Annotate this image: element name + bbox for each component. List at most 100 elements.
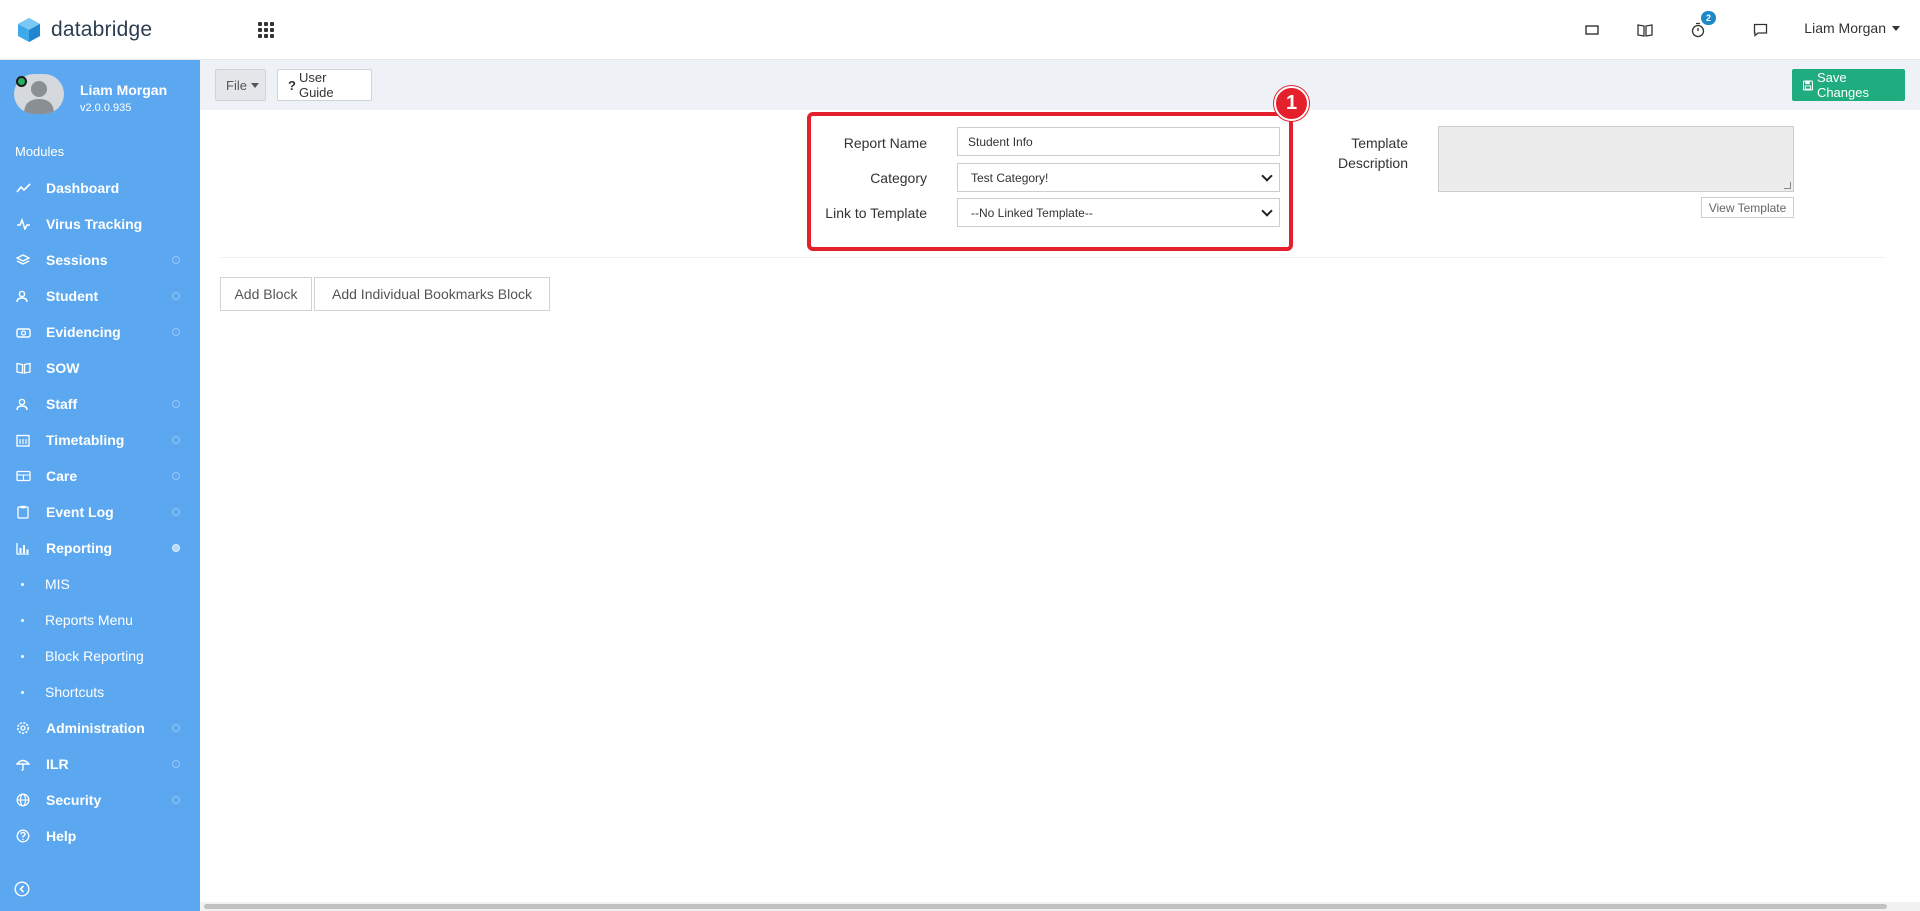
- sidebar-item-timetabling[interactable]: Timetabling: [0, 422, 200, 458]
- sidebar-subitem-label: Reports Menu: [45, 612, 133, 628]
- sidebar-item-evidencing[interactable]: Evidencing: [0, 314, 200, 350]
- layers-icon: [15, 252, 31, 268]
- sidebar-subitem-label: Shortcuts: [45, 684, 105, 700]
- horizontal-scrollbar[interactable]: [200, 902, 1920, 911]
- window-icon[interactable]: [1580, 18, 1604, 42]
- umbrella-icon: [15, 756, 31, 772]
- link-to-template-select[interactable]: --No Linked Template--: [957, 198, 1280, 227]
- expand-indicator-icon: [172, 400, 180, 408]
- add-block-button[interactable]: Add Block: [220, 277, 312, 311]
- sidebar-item-label: Reporting: [46, 540, 113, 556]
- sidebar-item-help[interactable]: Help: [0, 818, 200, 854]
- clipboard-icon: [15, 504, 31, 520]
- modules-heading: Modules: [15, 144, 65, 159]
- id-card-icon: [15, 468, 31, 484]
- sidebar-item-label: Help: [46, 828, 77, 844]
- user-profile[interactable]: Liam Morgan v2.0.0.935: [14, 74, 200, 120]
- caret-down-icon: [1892, 25, 1900, 31]
- app-version: v2.0.0.935: [80, 102, 132, 114]
- save-changes-button[interactable]: Save Changes: [1792, 69, 1905, 101]
- sidebar-item-label: Administration: [46, 720, 145, 736]
- file-menu-button[interactable]: File: [215, 69, 266, 101]
- expand-indicator-icon: [172, 328, 180, 336]
- expand-indicator-icon: [172, 724, 180, 732]
- sidebar-item-care[interactable]: Care: [0, 458, 200, 494]
- floppy-disk-icon: [1803, 79, 1813, 91]
- book-icon[interactable]: [1633, 18, 1657, 42]
- databridge-logo-icon: [18, 18, 40, 42]
- timer-icon[interactable]: 2: [1686, 11, 1716, 42]
- sidebar-item-label: SOW: [46, 360, 80, 376]
- sidebar-item-virus-tracking[interactable]: Virus Tracking: [0, 206, 200, 242]
- section-divider: [220, 257, 1885, 258]
- sidebar-item-label: Timetabling: [46, 432, 125, 448]
- sidebar-subitem-label: MIS: [45, 576, 70, 592]
- sidebar-item-sow[interactable]: SOW: [0, 350, 200, 386]
- bullet-icon: [21, 582, 24, 586]
- globe-icon: [15, 792, 31, 808]
- bar-chart-icon: [15, 540, 31, 556]
- category-select[interactable]: Test Category!: [957, 163, 1280, 192]
- chevron-down-icon: [1261, 169, 1273, 182]
- bullet-icon: [21, 618, 24, 622]
- template-description-label: Template Description: [1337, 135, 1408, 171]
- expand-indicator-icon: [172, 256, 180, 264]
- sidebar-item-label: Sessions: [46, 252, 108, 268]
- sidebar-subitem-label: Block Reporting: [45, 648, 144, 664]
- online-status-icon: [16, 76, 27, 87]
- sidebar-item-label: Evidencing: [46, 324, 121, 340]
- sidebar-item-dashboard[interactable]: Dashboard: [0, 170, 200, 206]
- sidebar-item-sessions[interactable]: Sessions: [0, 242, 200, 278]
- sidebar-item-label: Event Log: [46, 504, 114, 520]
- sidebar-item-label: Care: [46, 468, 78, 484]
- help-icon: [15, 828, 31, 844]
- sidebar-item-label: Virus Tracking: [46, 216, 143, 232]
- sidebar-nav: Dashboard Virus Tracking Sessions Studen…: [0, 170, 200, 854]
- sidebar-item-ilr[interactable]: ILR: [0, 746, 200, 782]
- sidebar-item-security[interactable]: Security: [0, 782, 200, 818]
- brand-name: databridge: [51, 18, 153, 41]
- gear-icon: [15, 720, 31, 736]
- expand-indicator-icon: [172, 472, 180, 480]
- sidebar-subitem-block-reporting[interactable]: Block Reporting: [0, 638, 200, 674]
- link-template-selected-value: --No Linked Template--: [971, 205, 1093, 220]
- users-icon: [15, 396, 31, 412]
- template-description-textarea[interactable]: [1438, 126, 1794, 192]
- user-guide-button[interactable]: ? User Guide: [277, 69, 372, 101]
- scrollbar-thumb[interactable]: [204, 904, 1887, 909]
- report-name-label: Report Name: [843, 135, 927, 151]
- toolbar: File ? User Guide Save Changes: [200, 60, 1920, 110]
- notification-badge: 2: [1701, 11, 1716, 25]
- expand-indicator-icon: [172, 796, 180, 804]
- view-template-button[interactable]: View Template: [1701, 197, 1794, 218]
- report-name-input[interactable]: Student Info: [957, 127, 1280, 156]
- sidebar-item-event-log[interactable]: Event Log: [0, 494, 200, 530]
- user-menu[interactable]: Liam Morgan: [1804, 20, 1900, 36]
- brand[interactable]: databridge: [16, 16, 152, 44]
- resize-grip-icon[interactable]: [1784, 182, 1791, 189]
- user-guide-label: User Guide: [298, 70, 334, 100]
- file-button-label: File: [226, 77, 247, 93]
- add-individual-bookmarks-block-button[interactable]: Add Individual Bookmarks Block: [314, 277, 550, 311]
- apps-grid-icon[interactable]: [256, 20, 276, 40]
- sidebar: Liam Morgan v2.0.0.935 Modules Dashboard…: [0, 60, 200, 911]
- expanded-indicator-icon: [172, 544, 180, 552]
- sidebar-item-student[interactable]: Student: [0, 278, 200, 314]
- sidebar-subitem-shortcuts[interactable]: Shortcuts: [0, 674, 200, 710]
- sidebar-subitem-mis[interactable]: MIS: [0, 566, 200, 602]
- sidebar-item-administration[interactable]: Administration: [0, 710, 200, 746]
- sidebar-item-label: ILR: [46, 756, 69, 772]
- users-icon: [15, 288, 31, 304]
- sidebar-subitem-reports-menu[interactable]: Reports Menu: [0, 602, 200, 638]
- pulse-icon: [15, 216, 31, 232]
- collapse-sidebar-icon[interactable]: [14, 881, 30, 897]
- sidebar-item-staff[interactable]: Staff: [0, 386, 200, 422]
- chevron-down-icon: [1261, 204, 1273, 217]
- sidebar-item-reporting[interactable]: Reporting: [0, 530, 200, 566]
- expand-indicator-icon: [172, 508, 180, 516]
- camera-icon: [15, 324, 31, 340]
- chat-icon[interactable]: [1748, 18, 1772, 42]
- link-to-template-label: Link to Template: [825, 205, 927, 221]
- sidebar-item-label: Student: [46, 288, 99, 304]
- top-bar: databridge 2 Liam Morgan: [0, 0, 1920, 60]
